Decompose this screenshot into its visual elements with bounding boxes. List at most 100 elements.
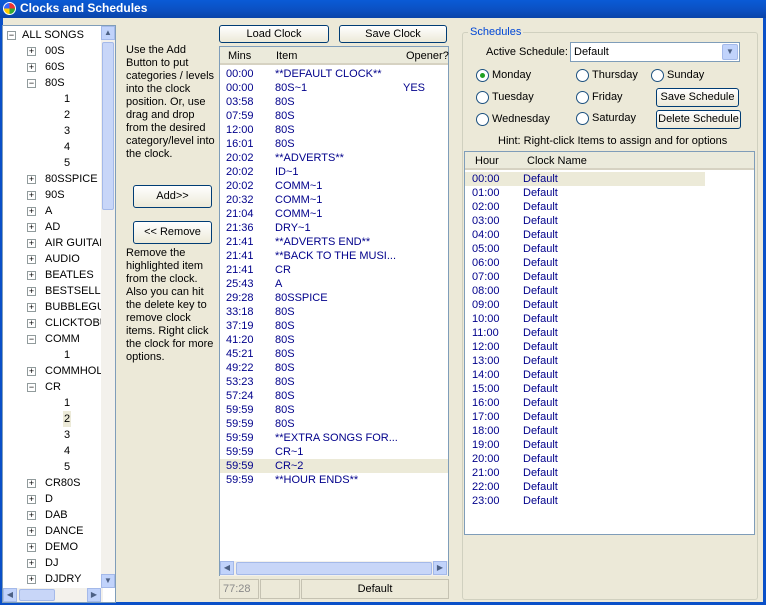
- clock-row[interactable]: 20:32 COMM~1: [220, 193, 448, 207]
- day-radio-friday[interactable]: [576, 91, 589, 104]
- clock-row[interactable]: 57:24 80S: [220, 389, 448, 403]
- expand-icon[interactable]: +: [27, 175, 36, 184]
- tree-node[interactable]: − CR: [3, 379, 103, 395]
- clock-row[interactable]: 59:59 **HOUR ENDS**: [220, 473, 448, 487]
- clock-row[interactable]: 21:41 CR: [220, 263, 448, 277]
- tree-node[interactable]: 1: [3, 91, 103, 107]
- expand-icon[interactable]: +: [27, 543, 36, 552]
- schedule-row[interactable]: 13:00 Default: [465, 354, 754, 368]
- expand-icon[interactable]: +: [27, 287, 36, 296]
- collapse-icon[interactable]: −: [27, 383, 36, 392]
- clock-row[interactable]: 29:28 80SSPICE: [220, 291, 448, 305]
- day-radio-wednesday[interactable]: [476, 113, 489, 126]
- schedule-row[interactable]: 16:00 Default: [465, 396, 754, 410]
- clock-row[interactable]: 49:22 80S: [220, 361, 448, 375]
- schedule-row[interactable]: 07:00 Default: [465, 270, 754, 284]
- clock-row[interactable]: 21:41 **BACK TO THE MUSI...: [220, 249, 448, 263]
- expand-icon[interactable]: +: [27, 559, 36, 568]
- schedule-row[interactable]: 12:00 Default: [465, 340, 754, 354]
- schedule-row[interactable]: 03:00 Default: [465, 214, 754, 228]
- clock-row[interactable]: 16:01 80S: [220, 137, 448, 151]
- schedule-row[interactable]: 06:00 Default: [465, 256, 754, 270]
- schedule-row[interactable]: 08:00 Default: [465, 284, 754, 298]
- expand-icon[interactable]: +: [27, 479, 36, 488]
- scroll-down-icon[interactable]: ▼: [101, 574, 115, 588]
- remove-button[interactable]: << Remove: [133, 221, 212, 244]
- day-label[interactable]: Saturday: [592, 112, 636, 124]
- schedule-row[interactable]: 00:00 Default: [465, 172, 705, 186]
- schedule-row[interactable]: 21:00 Default: [465, 466, 754, 480]
- clock-row[interactable]: 00:00 80S~1 YES: [220, 81, 448, 95]
- scroll-right-icon[interactable]: ▶: [433, 561, 447, 575]
- tree-node[interactable]: 5: [3, 155, 103, 171]
- day-label[interactable]: Thursday: [592, 69, 638, 81]
- clock-row[interactable]: 03:58 80S: [220, 95, 448, 109]
- tree-node[interactable]: + CR80S: [3, 475, 103, 491]
- tree-node[interactable]: + BUBBLEGUM: [3, 299, 103, 315]
- schedule-row[interactable]: 22:00 Default: [465, 480, 754, 494]
- expand-icon[interactable]: +: [27, 47, 36, 56]
- tree-horizontal-scrollbar[interactable]: ◀ ▶: [3, 588, 103, 602]
- add-button[interactable]: Add>>: [133, 185, 212, 208]
- schedule-list[interactable]: Hour Clock Name 00:00 Default 01:00 Default…: [464, 151, 755, 535]
- tree-node[interactable]: 5: [3, 459, 103, 475]
- tree-node[interactable]: − ALL SONGS: [3, 27, 103, 43]
- day-label[interactable]: Friday: [592, 91, 623, 103]
- tree-node[interactable]: 3: [3, 427, 103, 443]
- schedule-row[interactable]: 02:00 Default: [465, 200, 754, 214]
- expand-icon[interactable]: +: [27, 527, 36, 536]
- tree-node[interactable]: −80S: [3, 75, 103, 91]
- clock-row[interactable]: 59:59 80S: [220, 403, 448, 417]
- clock-row[interactable]: 37:19 80S: [220, 319, 448, 333]
- tree-node[interactable]: 3: [3, 123, 103, 139]
- tree-node[interactable]: 2: [3, 411, 103, 427]
- tree-node[interactable]: + DJDRY: [3, 571, 103, 587]
- tree-node[interactable]: + DAB: [3, 507, 103, 523]
- schedule-row[interactable]: 15:00 Default: [465, 382, 754, 396]
- tree-node[interactable]: + BESTSELLER: [3, 283, 103, 299]
- scroll-up-icon[interactable]: ▲: [101, 26, 115, 40]
- active-schedule-select[interactable]: Default ▼: [570, 42, 740, 62]
- tree-node[interactable]: + CLICKTOBU: [3, 315, 103, 331]
- clock-row[interactable]: 21:41 **ADVERTS END**: [220, 235, 448, 249]
- clock-row[interactable]: 00:00 **DEFAULT CLOCK**: [220, 67, 448, 81]
- scroll-right-icon[interactable]: ▶: [87, 588, 101, 602]
- day-radio-sunday[interactable]: [651, 69, 664, 82]
- tree-node[interactable]: 4: [3, 139, 103, 155]
- clock-row[interactable]: 33:18 80S: [220, 305, 448, 319]
- tree-node[interactable]: 4: [3, 443, 103, 459]
- scroll-left-icon[interactable]: ◀: [220, 561, 234, 575]
- tree-node[interactable]: + D: [3, 491, 103, 507]
- collapse-icon[interactable]: −: [27, 335, 36, 344]
- schedule-row[interactable]: 04:00 Default: [465, 228, 754, 242]
- schedule-row[interactable]: 18:00 Default: [465, 424, 754, 438]
- expand-icon[interactable]: +: [27, 271, 36, 280]
- tree-node[interactable]: + AIR GUITAR: [3, 235, 103, 251]
- schedule-row[interactable]: 11:00 Default: [465, 326, 754, 340]
- collapse-icon[interactable]: −: [27, 79, 36, 88]
- tree-node[interactable]: − COMM: [3, 331, 103, 347]
- day-label[interactable]: Tuesday: [492, 91, 534, 103]
- schedule-row[interactable]: 10:00 Default: [465, 312, 754, 326]
- schedule-row[interactable]: 05:00 Default: [465, 242, 754, 256]
- expand-icon[interactable]: +: [27, 207, 36, 216]
- load-clock-button[interactable]: Load Clock: [219, 25, 329, 43]
- schedule-row[interactable]: 19:00 Default: [465, 438, 754, 452]
- tree-node[interactable]: + DANCE: [3, 523, 103, 539]
- clock-row[interactable]: 20:02 **ADVERTS**: [220, 151, 448, 165]
- schedule-row[interactable]: 09:00 Default: [465, 298, 754, 312]
- tree-node[interactable]: + DJ: [3, 555, 103, 571]
- opener-column-header[interactable]: Opener?: [406, 50, 449, 62]
- expand-icon[interactable]: +: [27, 319, 36, 328]
- category-tree[interactable]: − ALL SONGS +00S +60S −80S 1 2 3 4 5 +80SSPICE +90S…: [2, 25, 116, 603]
- save-clock-button[interactable]: Save Clock: [339, 25, 447, 43]
- tree-node[interactable]: 1: [3, 347, 103, 363]
- expand-icon[interactable]: +: [27, 575, 36, 584]
- scroll-thumb[interactable]: [19, 589, 55, 601]
- day-radio-thursday[interactable]: [576, 69, 589, 82]
- clock-row[interactable]: 41:20 80S: [220, 333, 448, 347]
- clock-row[interactable]: 20:02 ID~1: [220, 165, 448, 179]
- tree-node[interactable]: + AUDIO: [3, 251, 103, 267]
- schedule-row[interactable]: 17:00 Default: [465, 410, 754, 424]
- tree-node[interactable]: + DEMO: [3, 539, 103, 555]
